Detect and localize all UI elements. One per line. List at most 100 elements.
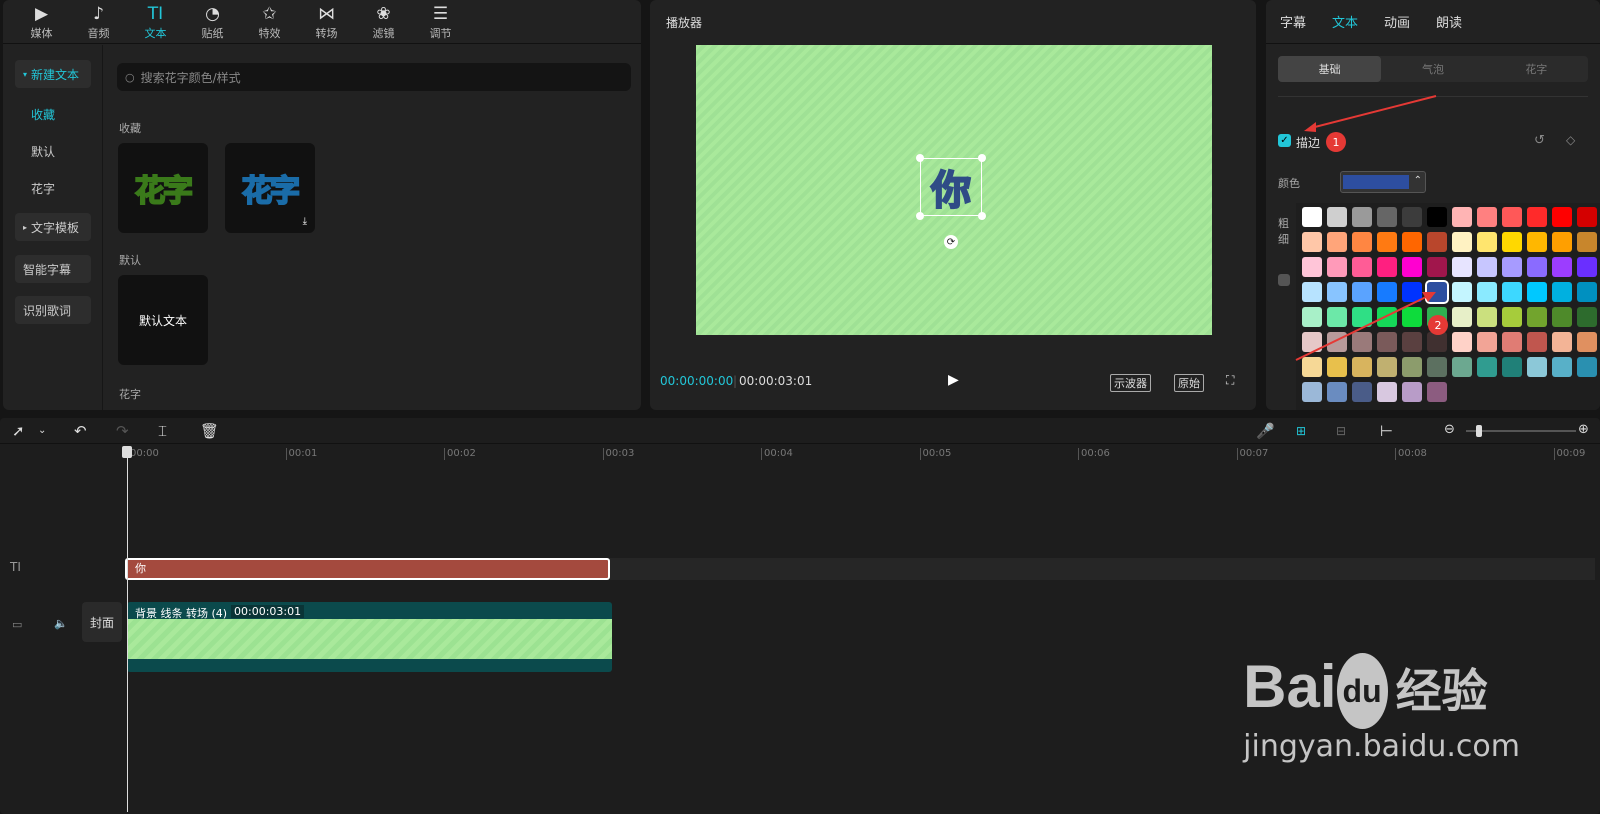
undo-icon[interactable]: ↶ bbox=[74, 422, 87, 440]
color-swatch[interactable] bbox=[1327, 307, 1347, 327]
color-swatch[interactable] bbox=[1302, 257, 1322, 277]
color-swatch[interactable] bbox=[1552, 207, 1572, 227]
resize-handle[interactable] bbox=[916, 154, 924, 162]
color-swatch[interactable] bbox=[1327, 257, 1347, 277]
option-checkbox[interactable] bbox=[1278, 274, 1290, 286]
chevron-down-icon[interactable]: ⌄ bbox=[38, 425, 46, 436]
fancy-text-card[interactable]: 花字 bbox=[118, 143, 208, 233]
color-swatch[interactable] bbox=[1402, 382, 1422, 402]
tab-caption[interactable]: 字幕 bbox=[1280, 12, 1306, 31]
color-swatch[interactable] bbox=[1352, 307, 1372, 327]
auto-snap-icon[interactable]: ⊞ bbox=[1296, 424, 1306, 438]
color-swatch[interactable] bbox=[1377, 307, 1397, 327]
color-swatch[interactable] bbox=[1377, 382, 1397, 402]
color-swatch[interactable] bbox=[1527, 332, 1547, 352]
tab-filter[interactable]: ❀ 滤镜 bbox=[355, 0, 412, 44]
color-swatch[interactable] bbox=[1452, 257, 1472, 277]
zoom-slider[interactable] bbox=[1466, 425, 1576, 437]
color-swatch[interactable] bbox=[1377, 232, 1397, 252]
color-swatch[interactable] bbox=[1352, 207, 1372, 227]
color-swatch[interactable] bbox=[1427, 332, 1447, 352]
color-swatch[interactable] bbox=[1377, 332, 1397, 352]
sidebar-item-smart-caption[interactable]: 智能字幕 bbox=[15, 255, 91, 283]
color-swatch[interactable] bbox=[1477, 307, 1497, 327]
color-swatch[interactable] bbox=[1577, 257, 1597, 277]
color-swatch[interactable] bbox=[1352, 357, 1372, 377]
color-swatch[interactable] bbox=[1327, 382, 1347, 402]
color-swatch[interactable] bbox=[1327, 232, 1347, 252]
sidebar-item-text-template[interactable]: ▸ 文字模板 bbox=[15, 213, 91, 241]
color-swatch[interactable] bbox=[1527, 207, 1547, 227]
color-swatch[interactable] bbox=[1502, 257, 1522, 277]
color-swatch[interactable] bbox=[1477, 332, 1497, 352]
color-swatch[interactable] bbox=[1402, 282, 1422, 302]
color-swatch[interactable] bbox=[1552, 307, 1572, 327]
color-swatch[interactable] bbox=[1427, 232, 1447, 252]
microphone-icon[interactable]: 🎤 bbox=[1256, 422, 1275, 440]
sidebar-item-new-text[interactable]: ▾ 新建文本 bbox=[15, 60, 91, 88]
color-swatch[interactable] bbox=[1577, 357, 1597, 377]
tab-read-aloud[interactable]: 朗读 bbox=[1436, 12, 1462, 31]
rotate-icon[interactable]: ⟳ bbox=[944, 235, 958, 249]
sidebar-item-fancy[interactable]: 花字 bbox=[23, 174, 99, 202]
color-swatch[interactable] bbox=[1327, 332, 1347, 352]
color-swatch[interactable] bbox=[1302, 207, 1322, 227]
resize-handle[interactable] bbox=[978, 212, 986, 220]
color-swatch[interactable] bbox=[1352, 332, 1372, 352]
color-swatch[interactable] bbox=[1527, 257, 1547, 277]
color-swatch[interactable] bbox=[1527, 232, 1547, 252]
preview-axis-icon[interactable]: ⊢ bbox=[1380, 422, 1393, 440]
color-swatch[interactable] bbox=[1527, 282, 1547, 302]
tab-media[interactable]: ▶ 媒体 bbox=[13, 0, 70, 44]
fancy-text-card[interactable]: 花字 ⤓ bbox=[225, 143, 315, 233]
select-cursor-icon[interactable]: ➚ bbox=[12, 422, 25, 440]
time-ruler[interactable]: 00:00 00:01 00:02 00:03 00:04 00:05 00:06 00:07… bbox=[0, 444, 1600, 464]
search-input[interactable]: ○ 搜索花字颜色/样式 bbox=[117, 63, 631, 91]
text-clip[interactable]: 你 bbox=[125, 558, 610, 580]
color-swatch[interactable] bbox=[1377, 357, 1397, 377]
sidebar-item-lyrics[interactable]: 识别歌词 bbox=[15, 296, 91, 324]
color-swatch[interactable] bbox=[1452, 357, 1472, 377]
color-swatch[interactable] bbox=[1502, 357, 1522, 377]
tab-audio[interactable]: ♪ 音频 bbox=[70, 0, 127, 44]
tab-text[interactable]: 文本 bbox=[1332, 12, 1358, 31]
segment-fancy[interactable]: 花字 bbox=[1485, 56, 1588, 82]
color-swatch[interactable] bbox=[1577, 207, 1597, 227]
color-swatch[interactable] bbox=[1425, 280, 1449, 304]
color-swatch[interactable] bbox=[1552, 232, 1572, 252]
color-swatch[interactable] bbox=[1502, 282, 1522, 302]
color-swatch[interactable] bbox=[1452, 307, 1472, 327]
segment-bubble[interactable]: 气泡 bbox=[1381, 56, 1484, 82]
sidebar-item-favorites[interactable]: 收藏 bbox=[23, 100, 99, 128]
play-icon[interactable]: ▶ bbox=[948, 372, 959, 388]
color-swatch[interactable] bbox=[1302, 232, 1322, 252]
color-swatch[interactable] bbox=[1552, 257, 1572, 277]
video-clip[interactable]: 背景 线条 转场 (4) 00:00:03:01 bbox=[127, 602, 612, 672]
color-swatch[interactable] bbox=[1327, 207, 1347, 227]
color-swatch[interactable] bbox=[1402, 207, 1422, 227]
color-swatch[interactable] bbox=[1527, 357, 1547, 377]
keyframe-icon[interactable]: ◇ bbox=[1566, 133, 1575, 147]
color-swatch[interactable] bbox=[1477, 232, 1497, 252]
color-swatch[interactable] bbox=[1352, 232, 1372, 252]
color-swatch[interactable] bbox=[1427, 357, 1447, 377]
color-swatch[interactable] bbox=[1377, 207, 1397, 227]
color-swatch[interactable] bbox=[1402, 307, 1422, 327]
color-swatch[interactable] bbox=[1427, 382, 1447, 402]
color-swatch[interactable] bbox=[1377, 282, 1397, 302]
color-swatch[interactable] bbox=[1302, 382, 1322, 402]
resize-handle[interactable] bbox=[916, 212, 924, 220]
delete-icon[interactable]: 🗑 bbox=[200, 422, 219, 440]
tab-transition[interactable]: ⋈ 转场 bbox=[298, 0, 355, 44]
sidebar-item-default[interactable]: 默认 bbox=[23, 137, 99, 165]
color-swatch[interactable] bbox=[1477, 207, 1497, 227]
download-icon[interactable]: ⤓ bbox=[303, 216, 307, 227]
color-swatch[interactable] bbox=[1402, 257, 1422, 277]
color-swatch[interactable] bbox=[1552, 332, 1572, 352]
tab-adjust[interactable]: ☰ 调节 bbox=[412, 0, 469, 44]
color-swatch[interactable] bbox=[1302, 307, 1322, 327]
color-swatch[interactable] bbox=[1452, 207, 1472, 227]
color-swatch[interactable] bbox=[1327, 282, 1347, 302]
color-swatch[interactable] bbox=[1352, 282, 1372, 302]
zoom-out-icon[interactable]: ⊖ bbox=[1444, 422, 1455, 437]
